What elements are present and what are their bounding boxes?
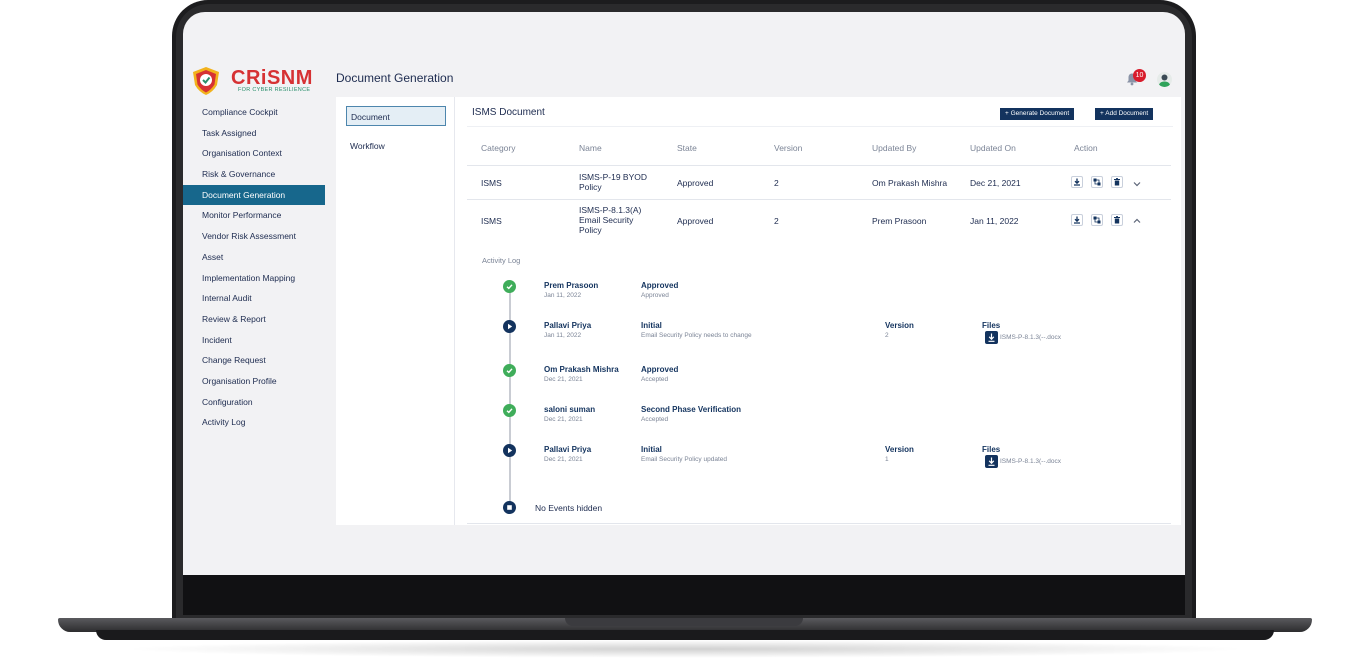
- event-user: Pallavi Priya: [544, 321, 592, 330]
- event-status: Initial: [641, 321, 662, 330]
- check-circle-icon: [503, 404, 516, 417]
- tab-workflow[interactable]: Workflow: [346, 136, 446, 156]
- event-note: Email Security Policy needs to change: [641, 332, 752, 339]
- column-header-action: Action: [1074, 143, 1098, 153]
- column-header-updated-by: Updated By: [872, 143, 917, 153]
- event-date: Dec 21, 2021: [544, 456, 583, 463]
- sidebar-item-organisation-context[interactable]: Organisation Context: [183, 143, 325, 164]
- shield-logo-icon: [193, 67, 219, 95]
- cell-updated-on: Dec 21, 2021: [970, 178, 1021, 188]
- event-files-label: Files: [982, 321, 1001, 330]
- event-note: Accepted: [641, 416, 669, 423]
- play-circle-icon: [503, 320, 516, 333]
- event-status: Approved: [641, 365, 679, 374]
- app-logo[interactable]: CRiSNM FOR CYBER RESILIENCE: [191, 66, 312, 96]
- sidebar-item-organisation-profile[interactable]: Organisation Profile: [183, 371, 325, 392]
- stop-circle-icon: [503, 501, 516, 514]
- sidebar-item-compliance-cockpit[interactable]: Compliance Cockpit: [183, 102, 325, 123]
- notification-badge: 10: [1133, 69, 1146, 82]
- event-file[interactable]: ISMS-P-8.1.3(--.docx: [1000, 334, 1061, 341]
- content-panel: Document Workflow ISMS Document + Genera…: [336, 97, 1181, 525]
- sidebar: Compliance Cockpit Task Assigned Organis…: [183, 102, 325, 433]
- sidebar-item-asset[interactable]: Asset: [183, 247, 325, 268]
- event-version-label: Version: [885, 321, 914, 330]
- sidebar-item-incident[interactable]: Incident: [183, 330, 325, 351]
- section-title: ISMS Document: [472, 107, 545, 118]
- sidebar-item-vendor-risk-assessment[interactable]: Vendor Risk Assessment: [183, 226, 325, 247]
- column-header-version: Version: [774, 143, 803, 153]
- event-date: Dec 21, 2021: [544, 376, 583, 383]
- app-screen: CRiSNM FOR CYBER RESILIENCE Document Gen…: [183, 12, 1185, 575]
- chevron-down-icon[interactable]: [1132, 179, 1142, 189]
- event-note: Approved: [641, 292, 669, 299]
- cell-category: ISMS: [481, 216, 502, 226]
- sidebar-item-document-generation[interactable]: Document Generation: [183, 184, 325, 206]
- download-icon[interactable]: [985, 331, 998, 344]
- event-version: 1: [885, 456, 889, 463]
- check-circle-icon: [503, 280, 516, 293]
- sidebar-item-activity-log[interactable]: Activity Log: [183, 412, 325, 433]
- event-date: Dec 21, 2021: [544, 416, 583, 423]
- event-file[interactable]: ISMS-P-8.1.3(--.docx: [1000, 458, 1061, 465]
- download-icon[interactable]: [985, 455, 998, 468]
- sidebar-item-change-request[interactable]: Change Request: [183, 350, 325, 371]
- event-date: Jan 11, 2022: [544, 332, 582, 339]
- event-status: Approved: [641, 281, 679, 290]
- cell-version: 2: [774, 178, 779, 188]
- column-header-updated-on: Updated On: [970, 143, 1016, 153]
- laptop-chin: [183, 575, 1185, 615]
- sidebar-item-task-assigned[interactable]: Task Assigned: [183, 123, 325, 144]
- event-user: saloni suman: [544, 405, 596, 414]
- download-icon[interactable]: [1071, 176, 1083, 188]
- document-main: ISMS Document + Generate Document + Add …: [455, 97, 1181, 525]
- column-header-state: State: [677, 143, 697, 153]
- download-icon[interactable]: [1071, 214, 1083, 226]
- cell-updated-on: Jan 11, 2022: [970, 216, 1019, 226]
- event-note: Accepted: [641, 376, 669, 383]
- cell-name: ISMS-P-19 BYOD Policy: [579, 172, 648, 192]
- sidebar-item-internal-audit[interactable]: Internal Audit: [183, 288, 325, 309]
- sidebar-item-monitor-performance[interactable]: Monitor Performance: [183, 205, 325, 226]
- event-user: Prem Prasoon: [544, 281, 599, 290]
- timeline-end-text: No Events hidden: [535, 503, 603, 513]
- sidebar-item-implementation-mapping[interactable]: Implementation Mapping: [183, 268, 325, 289]
- workflow-icon[interactable]: [1091, 214, 1103, 226]
- event-version-label: Version: [885, 445, 914, 454]
- event-version: 2: [885, 332, 889, 339]
- event-user: Pallavi Priya: [544, 445, 592, 454]
- sidebar-item-configuration[interactable]: Configuration: [183, 392, 325, 413]
- tab-document[interactable]: Document: [346, 106, 446, 126]
- column-header-name: Name: [579, 143, 602, 153]
- play-circle-icon: [503, 444, 516, 457]
- sidebar-item-review-report[interactable]: Review & Report: [183, 309, 325, 330]
- cell-updated-by: Om Prakash Mishra: [872, 178, 948, 188]
- trash-icon[interactable]: [1111, 214, 1123, 226]
- event-files-label: Files: [982, 445, 1001, 454]
- add-document-button[interactable]: + Add Document: [1095, 108, 1154, 120]
- check-circle-icon: [503, 364, 516, 377]
- generate-document-button[interactable]: + Generate Document: [1000, 108, 1075, 120]
- logo-tagline: FOR CYBER RESILIENCE: [238, 87, 311, 93]
- event-status: Second Phase Verification: [641, 405, 742, 414]
- cell-name: ISMS-P-8.1.3(A) Email Security Policy: [579, 205, 642, 235]
- activity-log-title: Activity Log: [482, 256, 521, 265]
- cell-category: ISMS: [481, 178, 502, 188]
- column-header-category: Category: [481, 143, 516, 153]
- sidebar-item-risk-governance[interactable]: Risk & Governance: [183, 164, 325, 185]
- workflow-icon[interactable]: [1091, 176, 1103, 188]
- event-user: Om Prakash Mishra: [544, 365, 619, 374]
- cell-state: Approved: [677, 216, 714, 226]
- chevron-up-icon[interactable]: [1132, 216, 1142, 226]
- event-note: Email Security Policy updated: [641, 456, 727, 463]
- cell-version: 2: [774, 216, 779, 226]
- sub-nav: Document Workflow: [336, 97, 455, 525]
- trash-icon[interactable]: [1111, 176, 1123, 188]
- cell-updated-by: Prem Prasoon: [872, 216, 927, 226]
- user-avatar-icon[interactable]: [1157, 72, 1172, 87]
- event-status: Initial: [641, 445, 662, 454]
- page-title: Document Generation: [336, 71, 454, 85]
- cell-state: Approved: [677, 178, 714, 188]
- event-date: Jan 11, 2022: [544, 292, 582, 299]
